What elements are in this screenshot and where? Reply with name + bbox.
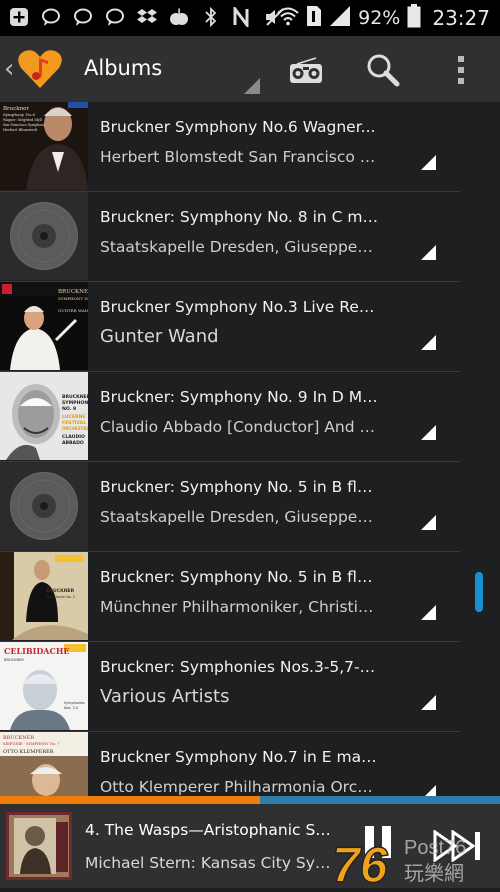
album-artist[interactable]: Various Artists xyxy=(100,686,376,707)
album-menu-indicator-icon[interactable] xyxy=(421,695,436,710)
overflow-menu-button[interactable] xyxy=(441,50,481,90)
album-row[interactable]: BRUCKNER Symphonie No. 5 Bruckner: Symph… xyxy=(0,552,460,642)
album-list[interactable]: Bruckner Symphony No.6 Wagner: Siegfried… xyxy=(0,102,460,822)
signal-icon xyxy=(329,5,351,31)
clock: 23:27 xyxy=(432,6,490,30)
album-title[interactable]: Bruckner: Symphony No. 8 in C min... xyxy=(100,208,380,226)
search-icon xyxy=(367,54,400,87)
chat-bubble-icon xyxy=(72,6,94,28)
svg-text:Herbert Blomstedt: Herbert Blomstedt xyxy=(3,128,38,132)
album-art[interactable] xyxy=(0,192,88,280)
album-art[interactable]: BRUCKNER SYMPHONY No.3 GUNTER WAND xyxy=(0,282,88,370)
status-bar: 92% 23:27 xyxy=(0,0,500,36)
battery-icon xyxy=(407,4,421,32)
album-menu-indicator-icon[interactable] xyxy=(421,155,436,170)
svg-text:BRUCKNER: BRUCKNER xyxy=(62,394,88,400)
svg-text:ORCHESTRA: ORCHESTRA xyxy=(62,426,88,431)
page-title[interactable]: Albums xyxy=(84,56,162,80)
playback-progress[interactable] xyxy=(0,796,500,804)
radio-icon xyxy=(290,57,322,83)
album-row[interactable]: BRUCKNER SYMPHONY NO. 9 LUCERNE FESTIVAL… xyxy=(0,372,460,462)
playback-progress-fill xyxy=(0,796,260,804)
svg-text:NO. 9: NO. 9 xyxy=(62,406,76,412)
dropbox-icon xyxy=(136,6,158,28)
now-playing-artist[interactable]: Michael Stern: Kansas City Sym... xyxy=(85,854,335,872)
svg-text:BRUCKNER: BRUCKNER xyxy=(3,735,34,741)
album-title[interactable]: Bruckner: Symphony No. 5 in B flat... xyxy=(100,568,380,586)
svg-text:San Francisco Symphony: San Francisco Symphony xyxy=(3,123,45,127)
sim-1-icon xyxy=(306,5,322,31)
notification-icons xyxy=(8,6,286,28)
album-menu-indicator-icon[interactable] xyxy=(421,425,436,440)
app-logo-icon[interactable] xyxy=(17,48,63,90)
svg-text:Symphonie No. 5: Symphonie No. 5 xyxy=(46,595,75,599)
svg-text:玩樂網: 玩樂網 xyxy=(404,861,464,885)
svg-text:Symphonies: Symphonies xyxy=(64,701,85,705)
site-watermark: 76 Post76 玩樂網 xyxy=(331,832,500,892)
svg-text:ABBADO: ABBADO xyxy=(62,440,84,446)
wifi-icon xyxy=(277,5,299,31)
svg-text:BRUCKNER: BRUCKNER xyxy=(58,289,88,295)
now-playing-album-art[interactable] xyxy=(6,812,72,880)
svg-text:76: 76 xyxy=(332,837,389,888)
svg-text:Nos. 3-5: Nos. 3-5 xyxy=(64,706,78,710)
album-menu-indicator-icon[interactable] xyxy=(421,605,436,620)
now-playing-title[interactable]: 4. The Wasps—Aristophanic Sui... xyxy=(85,821,335,839)
album-menu-indicator-icon[interactable] xyxy=(421,515,436,530)
album-art[interactable]: BRUCKNER SYMPHONY NO. 9 LUCERNE FESTIVAL… xyxy=(0,372,88,460)
album-menu-indicator-icon[interactable] xyxy=(421,245,436,260)
album-artist[interactable]: Gunter Wand xyxy=(100,326,376,347)
svg-text:LUCERNE: LUCERNE xyxy=(62,414,86,420)
search-button[interactable] xyxy=(363,50,403,90)
svg-text:CLAUDIO: CLAUDIO xyxy=(62,434,85,440)
album-art[interactable] xyxy=(0,462,88,550)
album-row[interactable]: Bruckner: Symphony No. 8 in C min... Sta… xyxy=(0,192,460,282)
album-title[interactable]: Bruckner Symphony No.3 Live Recor... xyxy=(100,298,380,316)
chat-bubble-icon xyxy=(40,6,62,28)
svg-text:SYMPHONY No.3: SYMPHONY No.3 xyxy=(58,296,88,301)
svg-text:BRUCKNER: BRUCKNER xyxy=(46,588,75,594)
album-artist[interactable]: Staatskapelle Dresden, Giuseppe Si... xyxy=(100,508,376,526)
svg-text:BRUCKNER: BRUCKNER xyxy=(4,658,24,662)
album-title[interactable]: Bruckner: Symphonies Nos.3-5,7-9 [... xyxy=(100,658,380,676)
system-indicators: 92% 23:27 xyxy=(277,4,490,32)
album-row[interactable]: BRUCKNER SYMPHONY No.3 GUNTER WAND Bruck… xyxy=(0,282,460,372)
album-art[interactable]: CELIBIDACHE BRUCKNER Symphonies Nos. 3-5 xyxy=(0,642,88,730)
back-arrow-icon[interactable]: ‹ xyxy=(4,54,14,84)
svg-text:Wagner: Siegfried Idyll: Wagner: Siegfried Idyll xyxy=(3,118,42,122)
album-artist[interactable]: Staatskapelle Dresden, Giuseppe Si... xyxy=(100,238,376,256)
album-artist[interactable]: Claudio Abbado [Conductor] And Lu... xyxy=(100,418,376,436)
album-artist[interactable]: Otto Klemperer Philharmonia Orche... xyxy=(100,778,376,796)
svg-text:SINFONIE · SYMPHONY No. 7: SINFONIE · SYMPHONY No. 7 xyxy=(3,742,60,746)
svg-text:Symphony No.6: Symphony No.6 xyxy=(3,112,36,117)
nfc-icon xyxy=(232,6,254,28)
add-box-icon xyxy=(8,6,30,28)
svg-text:GUNTER WAND: GUNTER WAND xyxy=(58,308,88,313)
scrollbar-thumb[interactable] xyxy=(475,572,483,612)
album-row[interactable]: CELIBIDACHE BRUCKNER Symphonies Nos. 3-5… xyxy=(0,642,460,732)
more-vert-icon xyxy=(458,56,464,84)
album-row[interactable]: Bruckner Symphony No.6 Wagner: Siegfried… xyxy=(0,102,460,192)
bluetooth-icon xyxy=(200,6,222,28)
chat-bubble-icon xyxy=(104,6,126,28)
svg-text:OTTO KLEMPERER: OTTO KLEMPERER xyxy=(3,749,54,755)
action-bar: ‹ Albums xyxy=(0,36,500,102)
album-menu-indicator-icon[interactable] xyxy=(421,335,436,350)
album-title[interactable]: Bruckner Symphony No.6 Wagner... xyxy=(100,118,380,136)
album-artist[interactable]: Herbert Blomstedt San Francisco S... xyxy=(100,148,376,166)
svg-text:SYMPHONY: SYMPHONY xyxy=(62,400,88,406)
svg-text:CELIBIDACHE: CELIBIDACHE xyxy=(4,646,70,656)
album-art[interactable]: Bruckner Symphony No.6 Wagner: Siegfried… xyxy=(0,102,88,190)
album-title[interactable]: Bruckner Symphony No.7 in E majo... xyxy=(100,748,380,766)
album-title[interactable]: Bruckner: Symphony No. 9 In D Min... xyxy=(100,388,380,406)
radio-button[interactable] xyxy=(286,50,326,90)
album-title[interactable]: Bruckner: Symphony No. 5 in B flat... xyxy=(100,478,380,496)
battery-percent: 92% xyxy=(358,7,401,29)
album-artist[interactable]: Münchner Philharmoniker, Christian... xyxy=(100,598,376,616)
dropdown-indicator-icon[interactable] xyxy=(244,78,260,94)
album-row[interactable]: Bruckner: Symphony No. 5 in B flat... St… xyxy=(0,462,460,552)
apple-icon xyxy=(168,6,190,28)
svg-text:Post76: Post76 xyxy=(404,837,466,859)
album-art[interactable]: BRUCKNER Symphonie No. 5 xyxy=(0,552,88,640)
